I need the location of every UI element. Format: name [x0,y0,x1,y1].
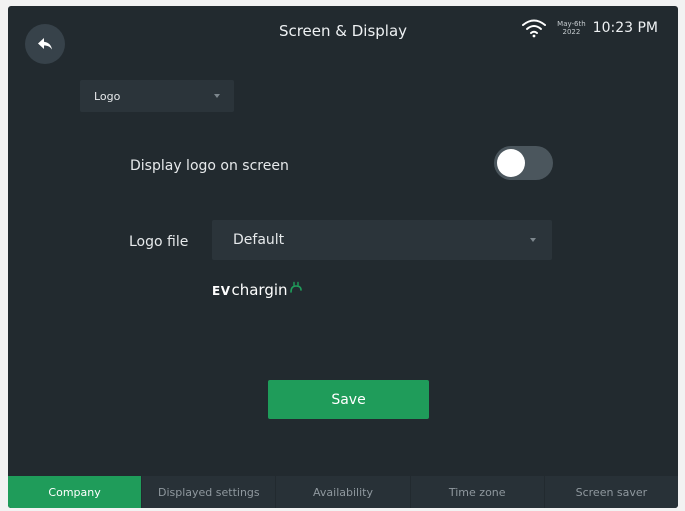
device-screen: Screen & Display May-6th 2022 10:23 PM L… [8,6,678,508]
display-logo-label: Display logo on screen [130,158,289,174]
logo-preview: EV chargin [212,281,303,299]
tab-screen-saver[interactable]: Screen saver [545,476,678,508]
section-select-value: Logo [94,89,121,103]
status-bar: May-6th 2022 10:23 PM [521,18,658,38]
toggle-knob [497,149,525,177]
chevron-down-icon [214,94,220,98]
tab-displayed-settings[interactable]: Displayed settings [142,476,277,508]
display-logo-toggle[interactable] [494,146,553,180]
date-day: May-6th [557,20,586,28]
wifi-icon [522,19,547,38]
logo-text: chargin [231,281,288,299]
date-display: May-6th 2022 [557,20,586,36]
clock: 10:23 PM [592,20,658,36]
logo-file-select[interactable]: Default [212,220,552,260]
date-year: 2022 [562,28,581,36]
logo-prefix: EV [212,284,231,298]
tab-time-zone[interactable]: Time zone [411,476,545,508]
save-button[interactable]: Save [268,380,429,419]
plug-icon [289,281,302,293]
logo-file-label: Logo file [129,234,189,250]
bottom-tab-bar: Company Displayed settings Availability … [8,476,678,508]
section-select[interactable]: Logo [80,80,234,112]
tab-company[interactable]: Company [8,476,143,508]
logo-file-value: Default [233,232,285,248]
chevron-down-icon [530,238,536,242]
tab-availability[interactable]: Availability [276,476,411,508]
